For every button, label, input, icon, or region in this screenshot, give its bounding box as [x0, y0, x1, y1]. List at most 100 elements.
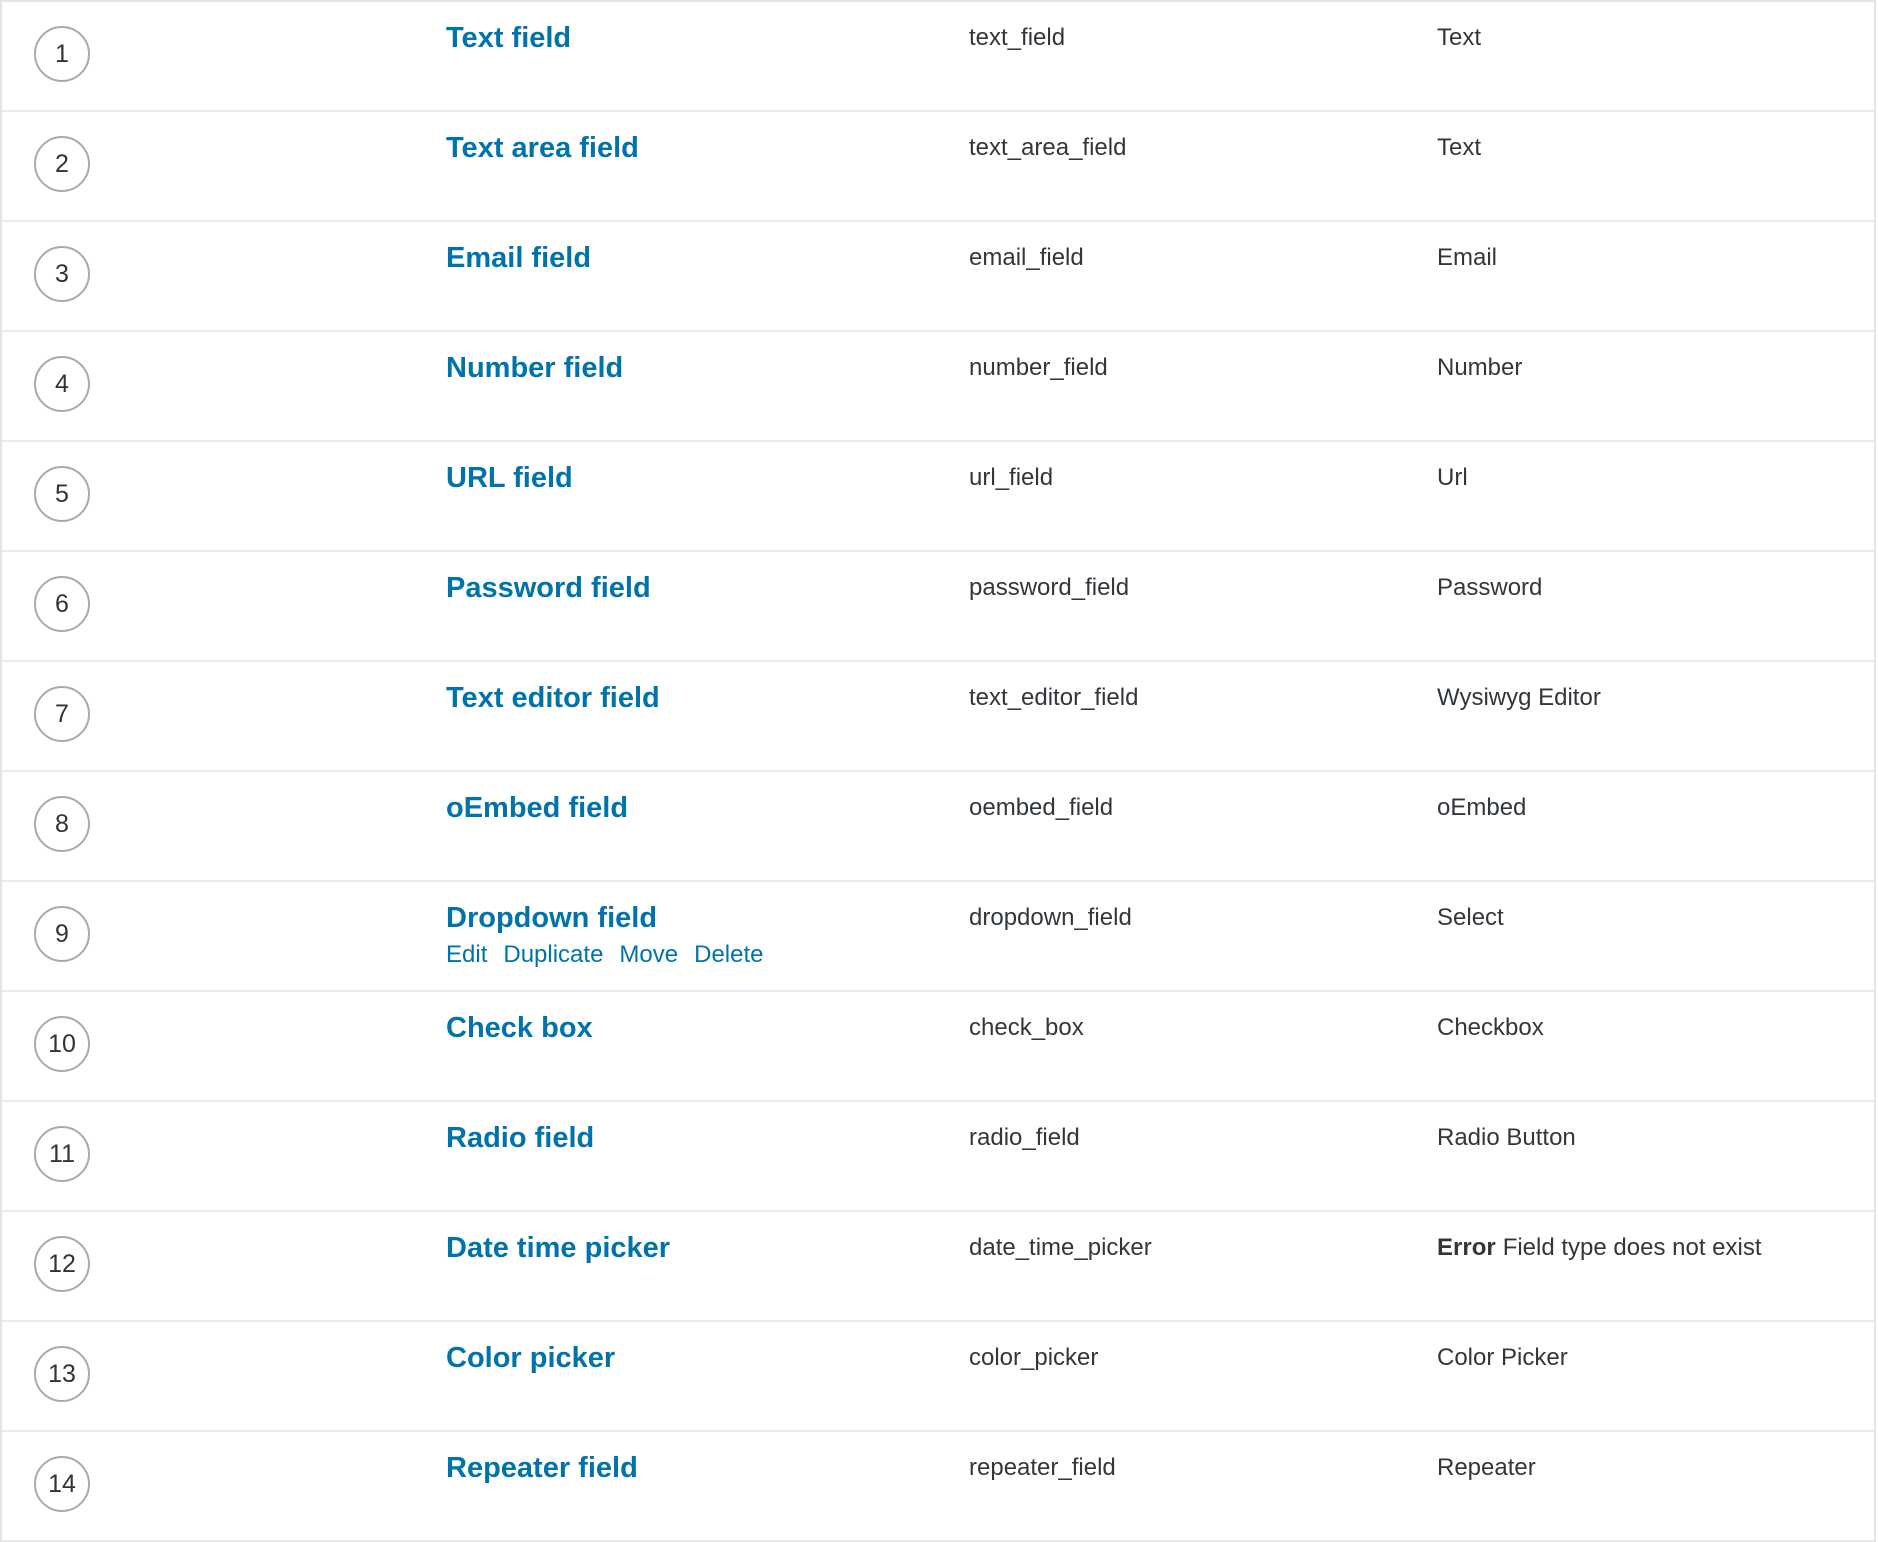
field-order-handle[interactable]: 9: [34, 906, 90, 962]
field-label-link[interactable]: Repeater field: [446, 1450, 638, 1486]
duplicate-link[interactable]: Duplicate: [503, 939, 603, 971]
field-label-link[interactable]: Color picker: [446, 1340, 615, 1376]
field-label-link[interactable]: oEmbed field: [446, 790, 628, 826]
field-type: Color Picker: [1437, 1340, 1568, 1376]
table-row: 10 Check box check_box Checkbox: [2, 992, 1874, 1102]
field-type: Number: [1437, 350, 1522, 386]
field-name: email_field: [969, 244, 1084, 271]
field-label-link[interactable]: Dropdown field: [446, 900, 763, 936]
field-order-handle[interactable]: 2: [34, 136, 90, 192]
field-label-cell: Date time picker: [446, 1230, 670, 1266]
field-name: password_field: [969, 574, 1130, 601]
field-type-text: Repeater: [1437, 1454, 1536, 1481]
field-type: Radio Button: [1437, 1120, 1576, 1156]
field-type: Password: [1437, 570, 1542, 606]
field-label-link[interactable]: Number field: [446, 350, 623, 386]
field-order-handle[interactable]: 13: [34, 1346, 90, 1402]
table-row: 6 Password field password_field Password: [2, 552, 1874, 662]
field-order-handle[interactable]: 14: [34, 1456, 90, 1512]
table-row: 5 URL field url_field Url: [2, 442, 1874, 552]
field-type-text: Checkbox: [1437, 1014, 1544, 1041]
table-row: 13 Color picker color_picker Color Picke…: [2, 1322, 1874, 1432]
table-row: 8 oEmbed field oembed_field oEmbed: [2, 772, 1874, 882]
field-type-text: Email: [1437, 244, 1498, 271]
field-name: number_field: [969, 354, 1108, 381]
edit-link[interactable]: Edit: [446, 939, 487, 971]
row-actions: Edit Duplicate Move Delete: [446, 939, 763, 971]
field-order-handle[interactable]: 8: [34, 796, 90, 852]
field-type: Wysiwyg Editor: [1437, 680, 1601, 716]
field-order-handle[interactable]: 4: [34, 356, 90, 412]
field-label-cell: Text editor field: [446, 680, 660, 716]
field-name: repeater_field: [969, 1454, 1116, 1481]
field-label-link[interactable]: Password field: [446, 570, 651, 606]
move-link[interactable]: Move: [619, 939, 678, 971]
field-label-cell: Number field: [446, 350, 623, 386]
field-label-cell: Email field: [446, 240, 591, 276]
field-type: Select: [1437, 900, 1504, 936]
field-name: text_field: [969, 24, 1066, 51]
field-label-link[interactable]: Text field: [446, 20, 571, 56]
field-type-text: Text: [1437, 134, 1482, 161]
fields-table: 1 Text field text_field Text 2 Text area…: [0, 0, 1876, 1542]
field-name: radio_field: [969, 1124, 1080, 1151]
error-label: Error: [1437, 1234, 1496, 1261]
field-type-text: Field type does not exist: [1502, 1234, 1762, 1261]
table-row: 7 Text editor field text_editor_field Wy…: [2, 662, 1874, 772]
table-row: 2 Text area field text_area_field Text: [2, 112, 1874, 222]
field-name: dropdown_field: [969, 904, 1132, 931]
field-name: oembed_field: [969, 794, 1114, 821]
field-type-text: Text: [1437, 24, 1482, 51]
field-order-handle[interactable]: 11: [34, 1126, 90, 1182]
field-type: Text: [1437, 20, 1481, 56]
delete-link[interactable]: Delete: [694, 939, 763, 971]
field-type: Text: [1437, 130, 1481, 166]
field-label-cell: Text field: [446, 20, 571, 56]
field-order-handle[interactable]: 7: [34, 686, 90, 742]
field-type: Error Field type does not exist: [1437, 1230, 1762, 1266]
field-label-cell: Color picker: [446, 1340, 615, 1376]
field-name: check_box: [969, 1014, 1084, 1041]
field-order-handle[interactable]: 3: [34, 246, 90, 302]
field-label-cell: Password field: [446, 570, 651, 606]
field-label-link[interactable]: Date time picker: [446, 1230, 670, 1266]
field-name: text_editor_field: [969, 684, 1139, 711]
field-label-cell: Repeater field: [446, 1450, 638, 1486]
field-type-text: Radio Button: [1437, 1124, 1576, 1151]
field-type: Url: [1437, 460, 1468, 496]
field-order-handle[interactable]: 5: [34, 466, 90, 522]
field-type: oEmbed: [1437, 790, 1526, 826]
field-name: date_time_picker: [969, 1234, 1152, 1261]
field-label-cell: Text area field: [446, 130, 639, 166]
table-row: 9 Dropdown field Edit Duplicate Move Del…: [2, 882, 1874, 992]
field-type: Repeater: [1437, 1450, 1536, 1486]
field-name: color_picker: [969, 1344, 1099, 1371]
field-label-link[interactable]: Radio field: [446, 1120, 594, 1156]
field-label-link[interactable]: Text editor field: [446, 680, 660, 716]
field-label-cell: oEmbed field: [446, 790, 628, 826]
field-order-handle[interactable]: 1: [34, 26, 90, 82]
field-type: Email: [1437, 240, 1497, 276]
field-label-link[interactable]: Check box: [446, 1010, 593, 1046]
field-label-cell: Check box: [446, 1010, 593, 1046]
field-order-handle[interactable]: 10: [34, 1016, 90, 1072]
field-label-cell: Dropdown field Edit Duplicate Move Delet…: [446, 900, 763, 971]
field-type-text: Password: [1437, 574, 1543, 601]
field-order-handle[interactable]: 6: [34, 576, 90, 632]
table-row: 4 Number field number_field Number: [2, 332, 1874, 442]
field-type-text: Url: [1437, 464, 1468, 491]
table-row: 11 Radio field radio_field Radio Button: [2, 1102, 1874, 1212]
table-row: 14 Repeater field repeater_field Repeate…: [2, 1432, 1874, 1542]
field-type-text: Number: [1437, 354, 1523, 381]
field-label-link[interactable]: URL field: [446, 460, 573, 496]
field-label-link[interactable]: Email field: [446, 240, 591, 276]
field-name: url_field: [969, 464, 1054, 491]
field-type-text: Color Picker: [1437, 1344, 1568, 1371]
field-name: text_area_field: [969, 134, 1127, 161]
field-label-cell: Radio field: [446, 1120, 594, 1156]
table-row: 1 Text field text_field Text: [2, 2, 1874, 112]
field-label-cell: URL field: [446, 460, 573, 496]
field-type: Checkbox: [1437, 1010, 1544, 1046]
field-order-handle[interactable]: 12: [34, 1236, 90, 1292]
field-label-link[interactable]: Text area field: [446, 130, 639, 166]
